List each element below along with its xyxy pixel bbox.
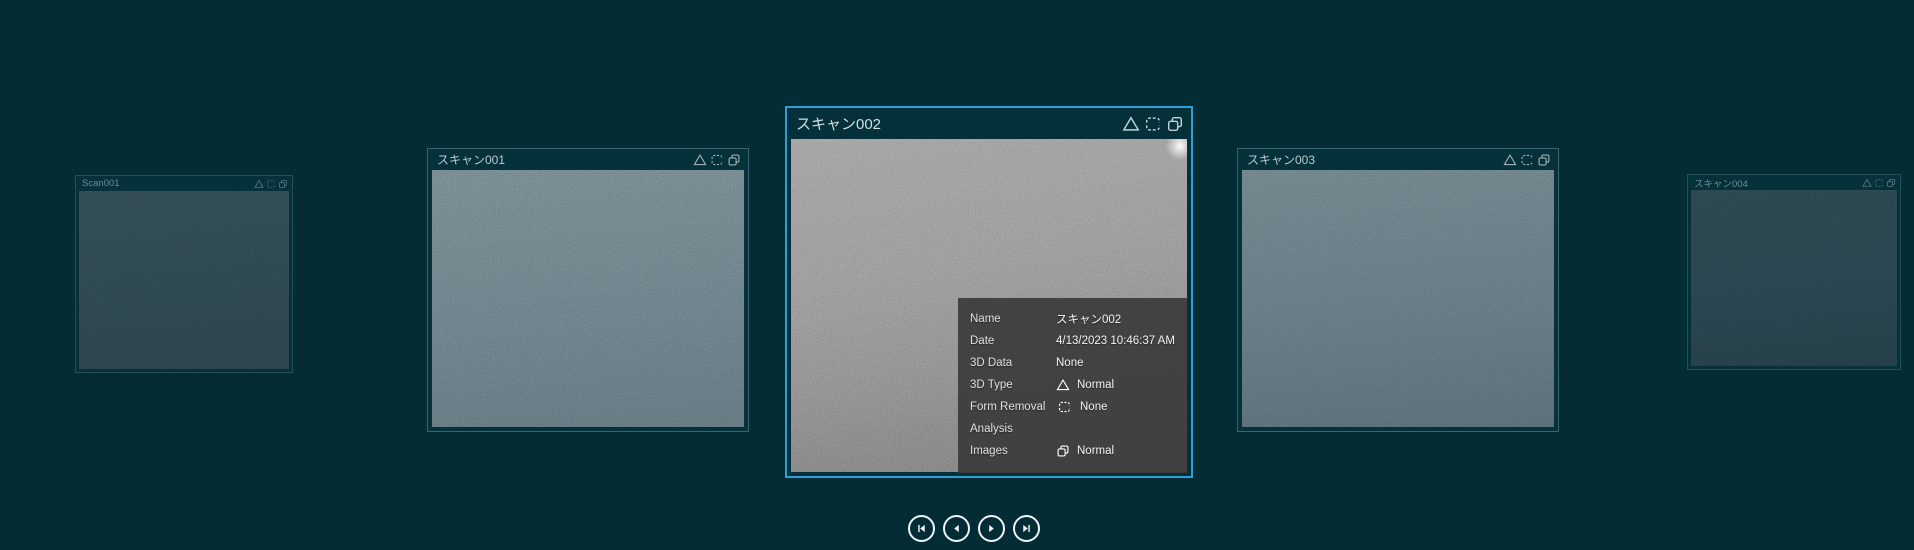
form-removal-icon <box>711 154 723 165</box>
scan-card-title: スキャン002 <box>796 116 882 133</box>
tooltip-value: None <box>1056 357 1084 369</box>
tooltip-row-date: Date 4/13/2023 10:46:37 AM <box>970 330 1187 352</box>
images-icon <box>1887 178 1895 187</box>
3d-type-triangle-icon <box>1503 153 1517 165</box>
scan-noise-texture <box>1242 170 1554 427</box>
scan-status-icons <box>254 179 288 189</box>
tooltip-value-text: None <box>1080 401 1108 413</box>
tooltip-row-analysis: Analysis <box>970 418 1187 440</box>
images-icon <box>728 154 740 165</box>
scan-noise-texture <box>79 191 289 369</box>
tooltip-value: 4/13/2023 10:46:37 AM <box>1056 335 1175 347</box>
scan-highlight <box>1165 139 1187 161</box>
skip-first-icon <box>918 524 925 533</box>
tooltip-value: Normal <box>1056 378 1114 392</box>
scan-card-title: スキャン001 <box>437 153 506 167</box>
tooltip-label: Images <box>970 445 1008 457</box>
tooltip-row-3d-type: 3D Type Normal <box>970 374 1187 396</box>
tooltip-value: Normal <box>1056 444 1114 458</box>
scan-card-scan001-jp[interactable]: スキャン001 <box>427 148 749 432</box>
3d-type-triangle-icon <box>1122 115 1140 131</box>
scan-status-icons <box>693 153 741 167</box>
scan-card-title: Scan001 <box>82 178 120 189</box>
scan-card-title: スキャン004 <box>1694 178 1748 190</box>
scan-info-tooltip: Name スキャン002 Date 4/13/2023 10:46:37 AM … <box>958 298 1187 473</box>
scan-card-title: スキャン003 <box>1247 153 1316 167</box>
tooltip-label: 3D Type <box>970 379 1013 391</box>
scan-noise-texture <box>1691 190 1897 366</box>
scan-carousel: Scan001 スキャン001 スキャン002 スキャン003 スキャン004 … <box>0 0 1914 550</box>
skip-first-button[interactable] <box>908 515 935 542</box>
images-icon <box>279 179 287 188</box>
triangle-icon <box>1056 379 1070 391</box>
tooltip-row-3d-data: 3D Data None <box>970 352 1187 374</box>
scan-thumbnail <box>1691 190 1897 366</box>
tooltip-label: Form Removal <box>970 401 1046 413</box>
tooltip-label: Analysis <box>970 423 1013 435</box>
tooltip-row-name: Name スキャン002 <box>970 308 1187 330</box>
scan-status-icons <box>1862 178 1896 188</box>
previous-button[interactable] <box>943 515 970 542</box>
tooltip-value-text: Normal <box>1077 445 1115 457</box>
next-button[interactable] <box>978 515 1005 542</box>
scan-card-scan003[interactable]: スキャン003 <box>1237 148 1559 432</box>
tooltip-label: Date <box>970 335 995 347</box>
scan-noise-texture <box>432 170 744 427</box>
tooltip-row-images: Images Normal <box>970 440 1187 462</box>
scan-thumbnail <box>79 191 289 369</box>
scan-card-scan004[interactable]: スキャン004 <box>1687 174 1901 370</box>
scan-status-icons <box>1122 115 1184 133</box>
scan-card-titlebar: スキャン003 <box>1238 149 1558 170</box>
previous-icon <box>954 524 959 533</box>
scan-thumbnail <box>432 170 744 427</box>
scan-card-titlebar: Scan001 <box>76 176 292 191</box>
scan-card-titlebar: スキャン004 <box>1688 175 1900 190</box>
tooltip-label: 3D Data <box>970 357 1013 369</box>
3d-type-triangle-icon <box>693 153 707 165</box>
skip-last-icon <box>1023 524 1030 533</box>
form-removal-icon <box>1059 401 1070 413</box>
images-icon <box>1167 116 1183 131</box>
form-removal-icon <box>1521 154 1533 165</box>
tooltip-value: スキャン002 <box>1056 314 1122 326</box>
scan-card-titlebar: スキャン001 <box>428 149 748 170</box>
images-icon <box>1538 154 1550 165</box>
tooltip-value: None <box>1056 400 1108 414</box>
scan-thumbnail <box>1242 170 1554 427</box>
images-icon <box>1057 445 1069 457</box>
skip-last-button[interactable] <box>1013 515 1040 542</box>
scan-card-scan001[interactable]: Scan001 <box>75 175 293 373</box>
tooltip-row-form-removal: Form Removal None <box>970 396 1187 418</box>
form-removal-icon <box>1875 178 1883 187</box>
scan-status-icons <box>1503 153 1551 167</box>
carousel-navigation <box>908 515 1040 542</box>
tooltip-label: Name <box>970 313 1001 325</box>
form-removal-icon <box>267 179 275 188</box>
3d-type-triangle-icon <box>1862 178 1872 187</box>
scan-card-titlebar: スキャン002 <box>787 108 1191 139</box>
3d-type-triangle-icon <box>254 179 264 188</box>
form-removal-icon <box>1145 116 1161 131</box>
next-icon <box>989 524 994 533</box>
tooltip-value-text: Normal <box>1077 379 1115 391</box>
